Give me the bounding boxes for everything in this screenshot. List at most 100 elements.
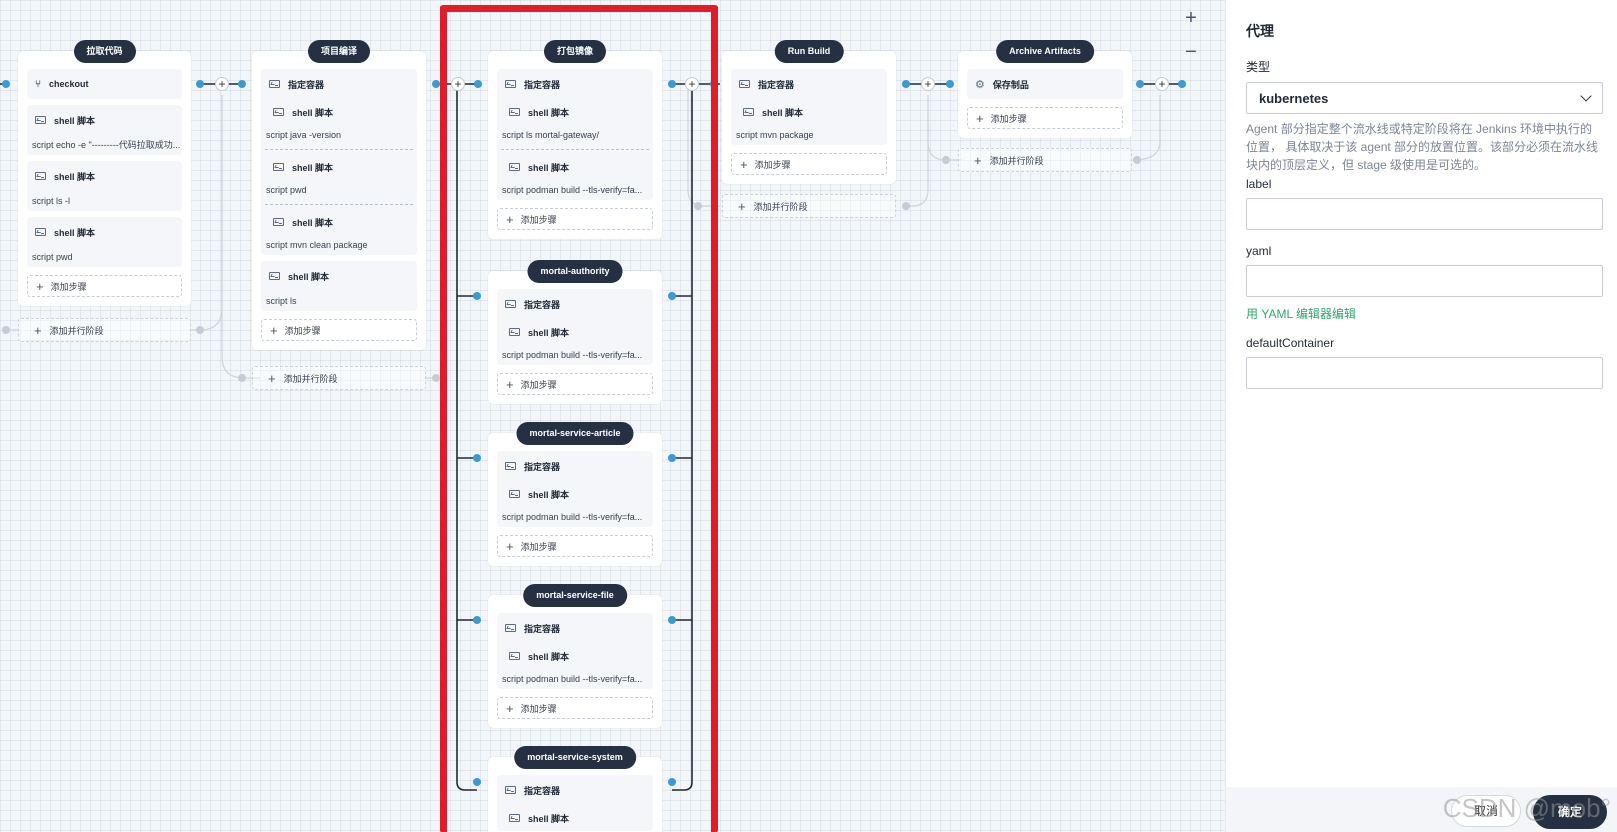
zoom-out-button[interactable]: − bbox=[1181, 42, 1201, 62]
stage-title[interactable]: 拉取代码 bbox=[73, 40, 136, 63]
add-stage-joiner[interactable]: + bbox=[1155, 77, 1169, 91]
connector-node[interactable] bbox=[238, 374, 246, 382]
stage-mortal-service-system[interactable]: mortal-service-system 指定容器 shell 脚本 bbox=[488, 746, 662, 832]
add-stage-joiner[interactable]: + bbox=[921, 77, 935, 91]
connector-node[interactable] bbox=[668, 454, 676, 462]
connector-node[interactable] bbox=[473, 454, 481, 462]
connector-node[interactable] bbox=[668, 292, 676, 300]
add-stage-joiner[interactable]: + bbox=[215, 77, 229, 91]
stage-card: mortal-service-system 指定容器 shell 脚本 bbox=[488, 746, 662, 832]
stage-archive-artifacts[interactable]: Archive Artifacts ⚙ 保存制品 + 添加步骤 bbox=[958, 40, 1132, 138]
stage-title[interactable]: mortal-service-article bbox=[516, 422, 634, 445]
connector-node[interactable] bbox=[196, 326, 204, 334]
yaml-field-label: yaml bbox=[1246, 244, 1272, 258]
zoom-in-button[interactable]: + bbox=[1181, 8, 1201, 28]
add-stage-joiner[interactable]: + bbox=[451, 77, 465, 91]
connector-node[interactable] bbox=[432, 374, 440, 382]
step-shell[interactable]: shell 脚本 script pwd bbox=[27, 217, 182, 267]
cancel-button[interactable]: 取消 bbox=[1451, 795, 1521, 827]
add-stage-joiner[interactable]: + bbox=[685, 77, 699, 91]
add-step-button[interactable]: + 添加步骤 bbox=[731, 153, 887, 175]
step-shell[interactable]: shell 脚本 script ls bbox=[261, 261, 417, 311]
connector-node[interactable] bbox=[946, 80, 954, 88]
connector-node[interactable] bbox=[668, 80, 676, 88]
yaml-editor-link[interactable]: 用 YAML 编辑器编辑 bbox=[1246, 305, 1603, 322]
add-step-button[interactable]: + 添加步骤 bbox=[261, 319, 417, 341]
add-parallel-stage-button[interactable]: + 添加并行阶段 bbox=[958, 148, 1132, 172]
stage-card: mortal-authority 指定容器 shell 脚本 script po… bbox=[488, 260, 662, 404]
connector-node[interactable] bbox=[1178, 80, 1186, 88]
connector-node[interactable] bbox=[902, 80, 910, 88]
step-script: script pwd bbox=[32, 252, 73, 262]
add-parallel-stage-button[interactable]: + 添加并行阶段 bbox=[722, 194, 896, 218]
connector-node[interactable] bbox=[196, 80, 204, 88]
connector-node[interactable] bbox=[473, 778, 481, 786]
yaml-input[interactable] bbox=[1246, 265, 1603, 297]
terminal-icon bbox=[35, 228, 46, 236]
add-step-label: 添加步骤 bbox=[754, 159, 791, 170]
connector-node[interactable] bbox=[473, 616, 481, 624]
connector-node[interactable] bbox=[942, 156, 950, 164]
connector-node[interactable] bbox=[2, 326, 10, 334]
add-parallel-stage-button[interactable]: + 添加并行阶段 bbox=[18, 318, 191, 342]
step-checkout[interactable]: ⑂ checkout bbox=[27, 69, 182, 99]
stage-build-image[interactable]: 打包镜像 指定容器 shell 脚本 script ls mortal-gate… bbox=[488, 40, 662, 239]
step-container[interactable]: 指定容器 shell 脚本 script ls mortal-gateway/ … bbox=[497, 69, 653, 200]
add-step-button[interactable]: + 添加步骤 bbox=[497, 373, 653, 395]
connector-node[interactable] bbox=[668, 616, 676, 624]
connector-node[interactable] bbox=[710, 80, 718, 88]
stage-title[interactable]: mortal-service-system bbox=[514, 746, 636, 769]
chevron-down-icon bbox=[1580, 90, 1592, 102]
plus-icon: + bbox=[506, 538, 514, 554]
step-script: script java -version bbox=[266, 130, 342, 140]
step-container[interactable]: 指定容器 shell 脚本 script podman build --tls-… bbox=[497, 613, 653, 689]
terminal-icon bbox=[509, 814, 520, 822]
confirm-button[interactable]: 确定 bbox=[1533, 795, 1607, 829]
stage-title[interactable]: 项目编译 bbox=[307, 40, 371, 63]
step-archive[interactable]: ⚙ 保存制品 bbox=[967, 69, 1123, 99]
step-container[interactable]: 指定容器 shell 脚本 script podman build --tls-… bbox=[497, 289, 653, 365]
step-shell[interactable]: shell 脚本 script echo -e "---------代码拉取成功… bbox=[27, 105, 182, 155]
connector-node[interactable] bbox=[902, 202, 910, 210]
connector-node[interactable] bbox=[694, 202, 702, 210]
add-parallel-stage-button[interactable]: + 添加并行阶段 bbox=[252, 366, 426, 390]
stage-run-build[interactable]: Run Build 指定容器 shell 脚本 script mvn packa… bbox=[722, 40, 896, 184]
stage-mortal-service-article[interactable]: mortal-service-article 指定容器 shell 脚本 scr… bbox=[488, 422, 662, 566]
step-container[interactable]: 指定容器 shell 脚本 script java -version shell… bbox=[261, 69, 417, 255]
stage-compile[interactable]: 项目编译 指定容器 shell 脚本 script java -version … bbox=[252, 40, 426, 350]
stage-pull-code[interactable]: 拉取代码 ⑂ checkout shell 脚本 script echo -e "… bbox=[18, 40, 191, 306]
stage-mortal-authority[interactable]: mortal-authority 指定容器 shell 脚本 script po… bbox=[488, 260, 662, 404]
step-container[interactable]: 指定容器 shell 脚本 bbox=[497, 775, 653, 831]
label-input[interactable] bbox=[1246, 198, 1603, 230]
connector-node[interactable] bbox=[432, 80, 440, 88]
connector-node[interactable] bbox=[238, 80, 246, 88]
stage-title[interactable]: Run Build bbox=[774, 40, 844, 63]
stage-title[interactable]: Archive Artifacts bbox=[996, 40, 1094, 63]
connector-node[interactable] bbox=[2, 80, 10, 88]
default-container-input[interactable] bbox=[1246, 357, 1603, 389]
stage-title[interactable]: mortal-service-file bbox=[523, 584, 627, 607]
default-container-field-label: defaultContainer bbox=[1246, 336, 1335, 350]
connector-node[interactable] bbox=[1133, 156, 1141, 164]
step-container[interactable]: 指定容器 shell 脚本 script podman build --tls-… bbox=[497, 451, 653, 527]
connector-node[interactable] bbox=[1136, 80, 1144, 88]
connector-node[interactable] bbox=[474, 80, 482, 88]
stage-title[interactable]: mortal-authority bbox=[527, 260, 623, 283]
add-step-button[interactable]: + 添加步骤 bbox=[27, 275, 182, 297]
add-step-button[interactable]: + 添加步骤 bbox=[497, 535, 653, 557]
agent-type-select[interactable]: kubernetes bbox=[1246, 82, 1603, 114]
connector-node[interactable] bbox=[473, 292, 481, 300]
step-container[interactable]: 指定容器 shell 脚本 script mvn package bbox=[731, 69, 887, 145]
add-step-label: 添加步骤 bbox=[520, 541, 557, 552]
connector-node[interactable] bbox=[668, 778, 676, 786]
stage-mortal-service-file[interactable]: mortal-service-file 指定容器 shell 脚本 script… bbox=[488, 584, 662, 728]
plus-icon: + bbox=[738, 198, 746, 214]
step-shell[interactable]: shell 脚本 script ls -l bbox=[27, 161, 182, 211]
add-step-button[interactable]: + 添加步骤 bbox=[497, 697, 653, 719]
terminal-icon bbox=[273, 163, 284, 171]
add-step-button[interactable]: + 添加步骤 bbox=[497, 208, 653, 230]
add-step-button[interactable]: + 添加步骤 bbox=[967, 107, 1123, 129]
stage-title[interactable]: 打包镜像 bbox=[543, 40, 607, 63]
terminal-icon bbox=[273, 108, 284, 116]
step-label: 指定容器 bbox=[288, 79, 325, 90]
